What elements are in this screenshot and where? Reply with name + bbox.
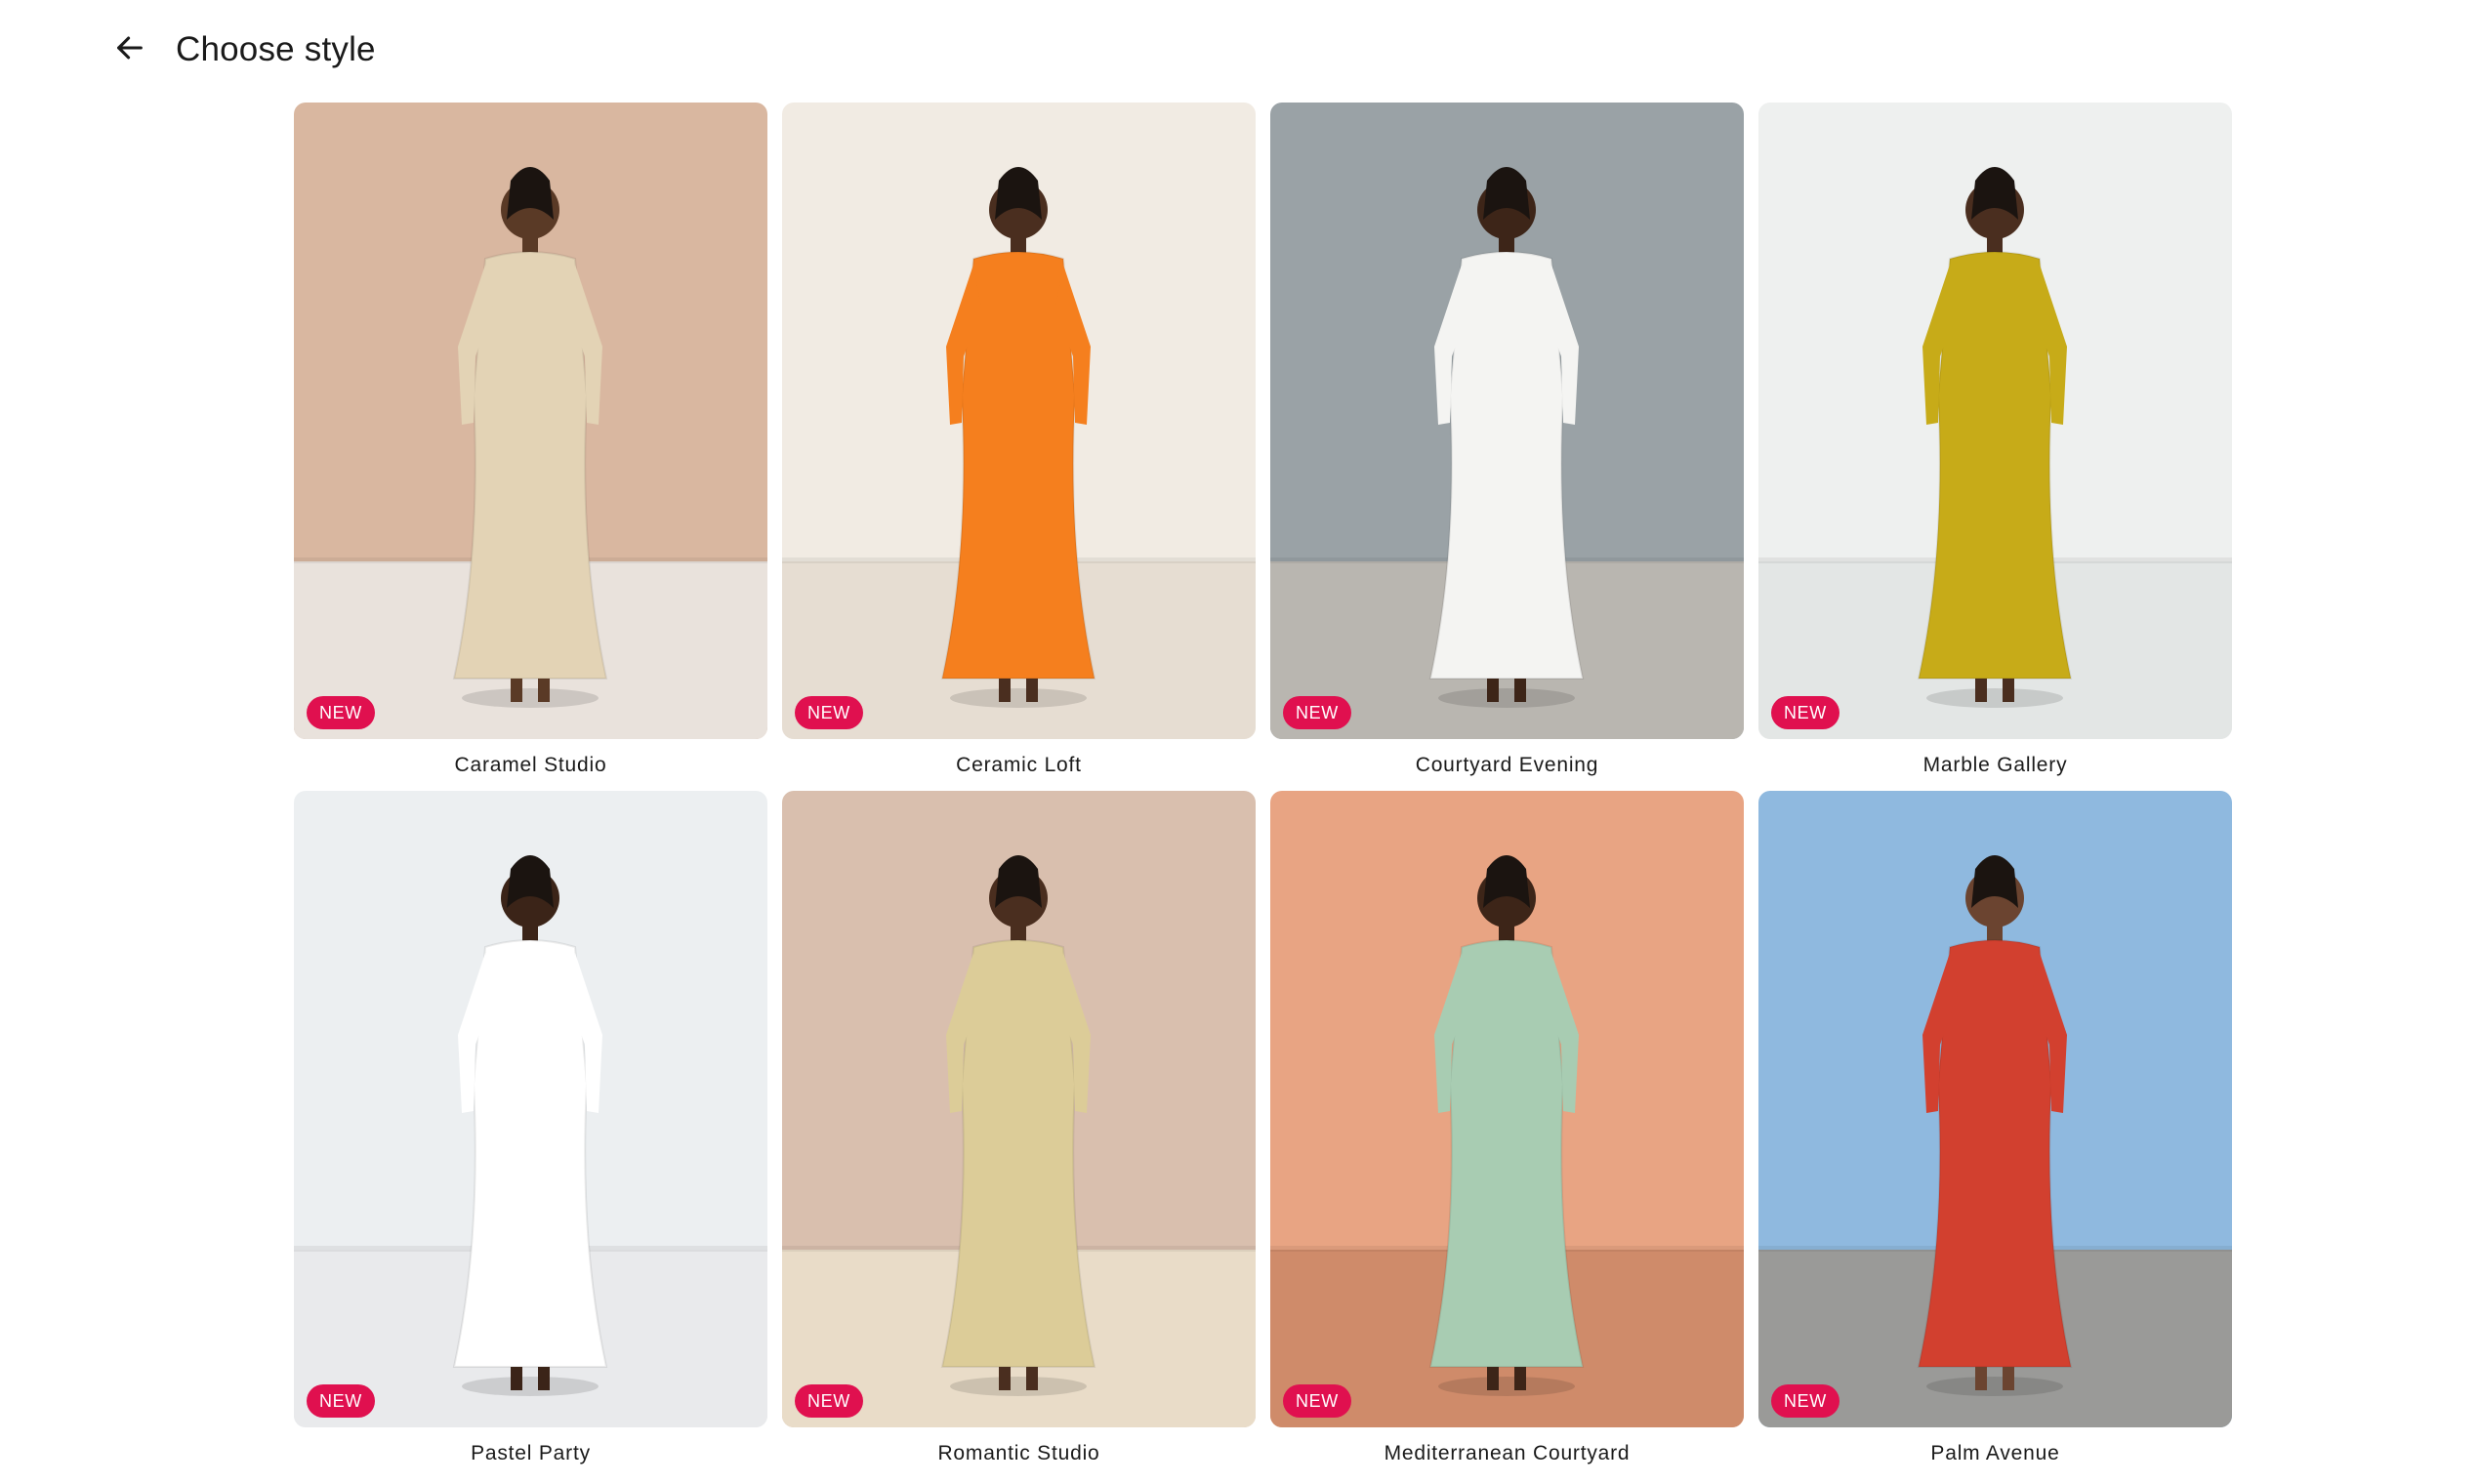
style-thumbnail[interactable]: NEW xyxy=(294,791,767,1427)
page-title: Choose style xyxy=(176,30,376,68)
new-badge: NEW xyxy=(307,696,375,729)
style-label: Courtyard Evening xyxy=(1415,754,1599,776)
style-thumbnail[interactable]: NEW xyxy=(1758,103,2232,739)
new-badge: NEW xyxy=(1771,696,1839,729)
style-thumbnail[interactable]: NEW xyxy=(1270,103,1744,739)
style-photo xyxy=(782,791,1256,1427)
style-label: Ceramic Loft xyxy=(956,754,1082,776)
style-photo xyxy=(294,791,767,1427)
style-photo xyxy=(294,103,767,739)
style-card[interactable]: NEW Palm Avenue xyxy=(1758,791,2232,1479)
style-photo xyxy=(1270,103,1744,739)
new-badge: NEW xyxy=(1283,1384,1351,1418)
new-badge: NEW xyxy=(1771,1384,1839,1418)
style-thumbnail[interactable]: NEW xyxy=(294,103,767,739)
style-thumbnail[interactable]: NEW xyxy=(1270,791,1744,1427)
style-label: Mediterranean Courtyard xyxy=(1384,1442,1631,1464)
style-label: Palm Avenue xyxy=(1930,1442,2060,1464)
new-badge: NEW xyxy=(307,1384,375,1418)
style-grid: NEW Caramel Studio NEW Ceramic Loft NEW Court… xyxy=(294,103,2232,1479)
new-badge: NEW xyxy=(795,696,863,729)
style-photo xyxy=(782,103,1256,739)
style-thumbnail[interactable]: NEW xyxy=(782,103,1256,739)
style-label: Caramel Studio xyxy=(454,754,607,776)
style-label: Romantic Studio xyxy=(937,1442,1100,1464)
style-card[interactable]: NEW Mediterranean Courtyard xyxy=(1270,791,1744,1479)
style-card[interactable]: NEW Pastel Party xyxy=(294,791,767,1479)
back-button[interactable] xyxy=(105,25,154,74)
style-photo xyxy=(1758,103,2232,739)
style-thumbnail[interactable]: NEW xyxy=(1758,791,2232,1427)
new-badge: NEW xyxy=(1283,696,1351,729)
page-header: Choose style xyxy=(0,0,2480,98)
style-photo xyxy=(1758,791,2232,1427)
style-thumbnail[interactable]: NEW xyxy=(782,791,1256,1427)
arrow-left-icon[interactable] xyxy=(113,31,146,69)
style-card[interactable]: NEW Marble Gallery xyxy=(1758,103,2232,791)
style-card[interactable]: NEW Romantic Studio xyxy=(782,791,1256,1479)
style-card[interactable]: NEW Ceramic Loft xyxy=(782,103,1256,791)
style-photo xyxy=(1270,791,1744,1427)
style-label: Pastel Party xyxy=(471,1442,591,1464)
style-card[interactable]: NEW Courtyard Evening xyxy=(1270,103,1744,791)
style-label: Marble Gallery xyxy=(1922,754,2068,776)
new-badge: NEW xyxy=(795,1384,863,1418)
style-card[interactable]: NEW Caramel Studio xyxy=(294,103,767,791)
